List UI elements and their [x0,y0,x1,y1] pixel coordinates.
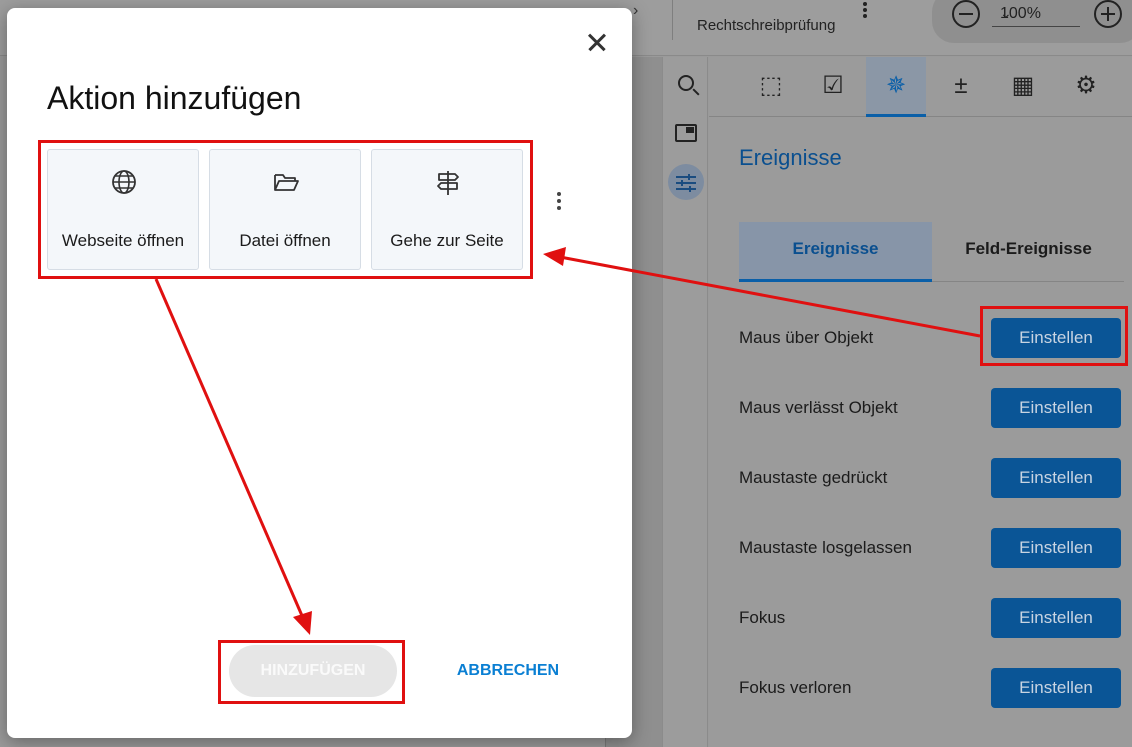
annotation-arrows [154,247,981,635]
arrow-head [293,611,312,635]
arrow-line [154,278,305,619]
arrow-head [543,247,566,266]
arrow-line [559,255,981,338]
